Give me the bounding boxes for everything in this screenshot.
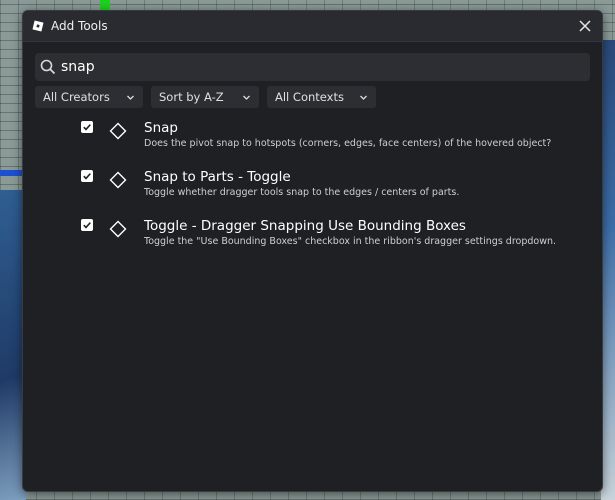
- tool-description: Toggle the "Use Bounding Boxes" checkbox…: [144, 236, 557, 247]
- list-item[interactable]: Snap Does the pivot snap to hotspots (co…: [23, 116, 602, 165]
- chevron-down-icon: [242, 93, 251, 102]
- background-right-structure: [601, 40, 615, 500]
- contexts-dropdown-label: All Contexts: [275, 90, 344, 104]
- chevron-down-icon: [359, 93, 368, 102]
- contexts-dropdown[interactable]: All Contexts: [267, 86, 376, 108]
- sort-dropdown[interactable]: Sort by A-Z: [151, 86, 259, 108]
- tool-description: Toggle whether dragger tools snap to the…: [144, 187, 460, 198]
- tool-title: Toggle - Dragger Snapping Use Bounding B…: [144, 218, 466, 234]
- dialog-title: Add Tools: [51, 19, 108, 33]
- diamond-icon: [109, 122, 127, 140]
- tool-description: Does the pivot snap to hotspots (corners…: [144, 138, 552, 149]
- checkmark-icon: [83, 173, 91, 180]
- title-bar[interactable]: Add Tools: [23, 11, 602, 42]
- roblox-studio-logo-icon: [32, 20, 44, 32]
- close-icon: [579, 20, 591, 32]
- tool-checkbox[interactable]: [81, 170, 93, 182]
- search-box[interactable]: [35, 53, 590, 81]
- sort-dropdown-label: Sort by A-Z: [159, 90, 224, 104]
- tool-title: Snap: [144, 120, 178, 136]
- search-input[interactable]: [61, 59, 561, 75]
- results-list: Snap Does the pivot snap to hotspots (co…: [23, 116, 602, 263]
- list-item[interactable]: Snap to Parts - Toggle Toggle whether dr…: [23, 165, 602, 214]
- creators-dropdown-label: All Creators: [43, 90, 110, 104]
- diamond-icon: [109, 220, 127, 238]
- diamond-icon: [109, 171, 127, 189]
- tool-title: Snap to Parts - Toggle: [144, 169, 291, 185]
- tool-checkbox[interactable]: [81, 121, 93, 133]
- checkmark-icon: [83, 222, 91, 229]
- creators-dropdown[interactable]: All Creators: [35, 86, 143, 108]
- tool-checkbox[interactable]: [81, 219, 93, 231]
- checkmark-icon: [83, 124, 91, 131]
- filter-bar: All Creators Sort by A-Z All Contexts: [35, 86, 376, 108]
- add-tools-dialog: Add Tools All Creators Sort by A-Z: [22, 10, 603, 492]
- search-icon: [40, 59, 56, 75]
- close-button[interactable]: [574, 15, 596, 37]
- list-item[interactable]: Toggle - Dragger Snapping Use Bounding B…: [23, 214, 602, 263]
- chevron-down-icon: [126, 93, 135, 102]
